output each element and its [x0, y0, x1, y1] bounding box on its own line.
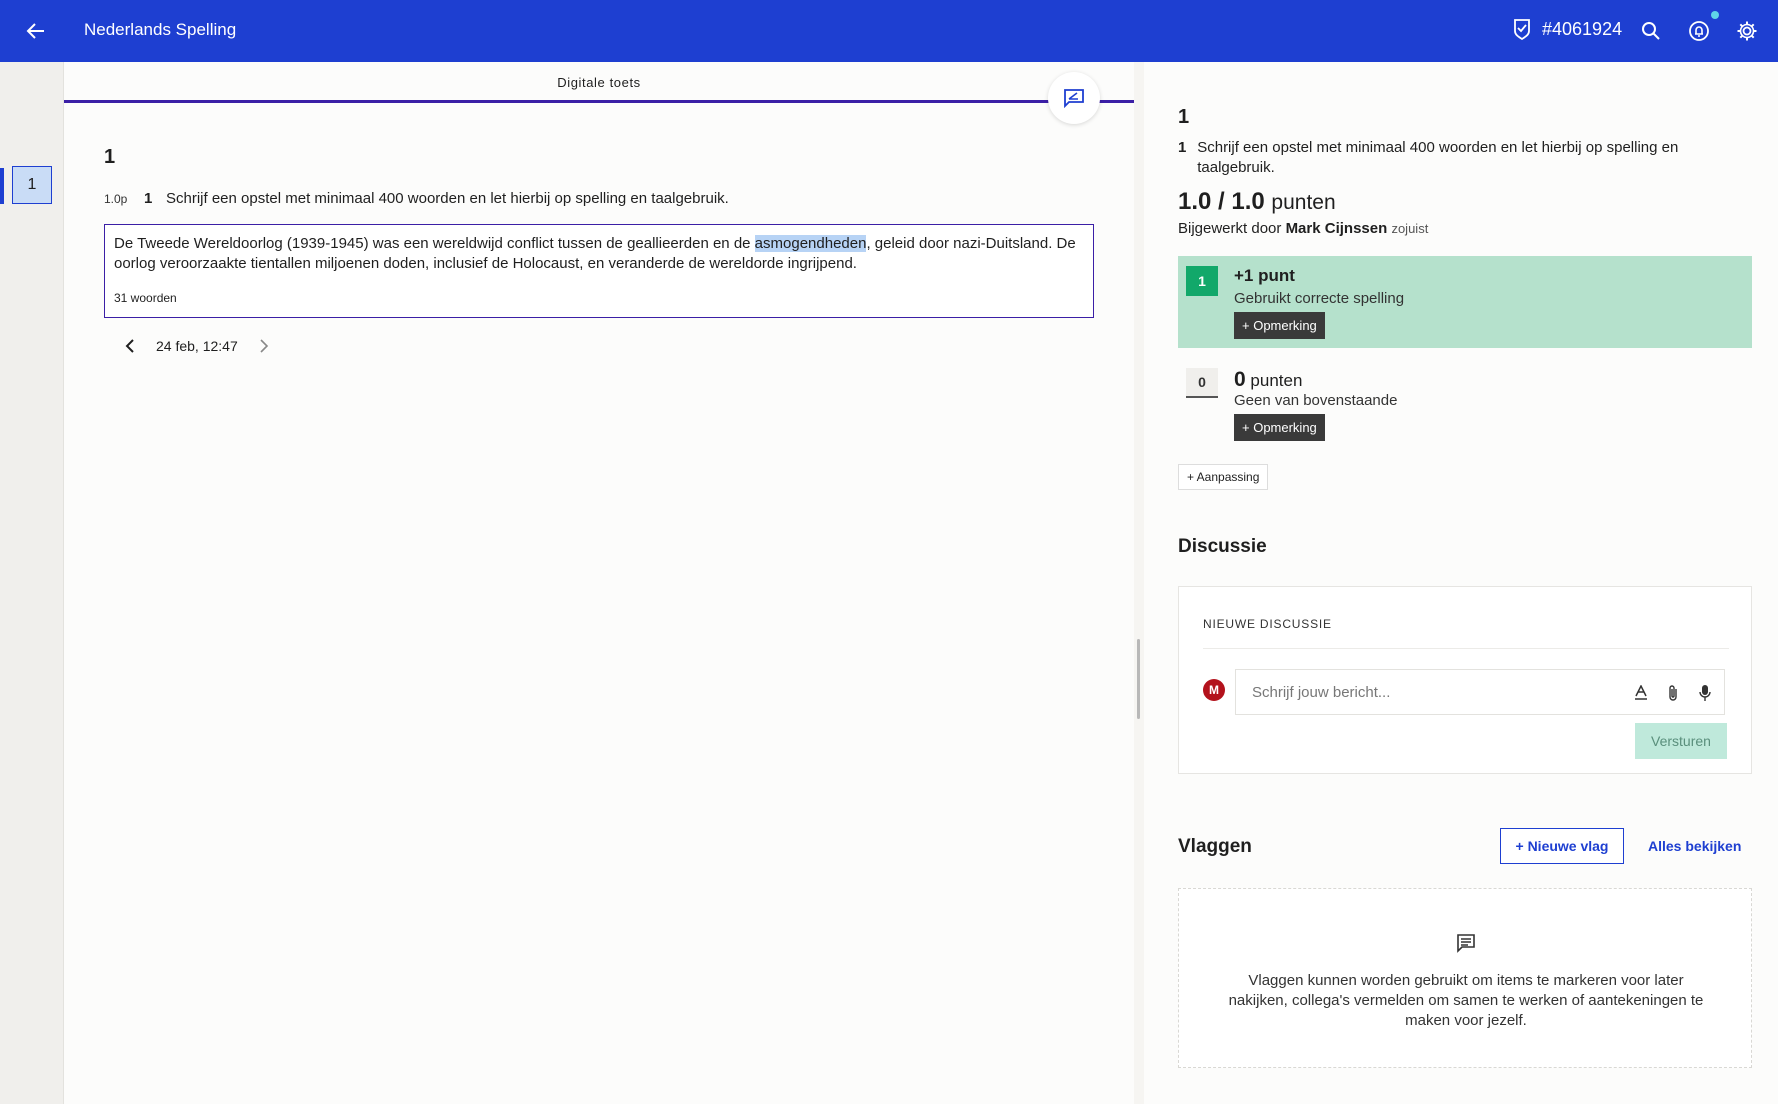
criterion-title: +1 punt — [1234, 266, 1295, 285]
question-index: 1 — [144, 190, 153, 207]
send-button[interactable]: Versturen — [1635, 723, 1727, 759]
search-button[interactable] — [1638, 18, 1664, 44]
criterion-0-points[interactable]: 0 0 punten Geen van bovenstaande + Opmer… — [1178, 358, 1752, 450]
comment-icon — [1454, 931, 1478, 955]
annotate-button[interactable] — [1048, 72, 1100, 124]
answer-box[interactable]: De Tweede Wereldoorlog (1939-1945) was e… — [104, 224, 1094, 318]
top-bar: Nederlands Spelling #4061924 — [0, 0, 1778, 62]
annotate-icon — [1064, 89, 1084, 108]
review-question-number: 1 — [1178, 106, 1190, 128]
updated-info: Bijgewerkt door Mark Cijnssen zojuist — [1178, 220, 1428, 237]
question-row: 1.0p 1 Schrijf een opstel met minimaal 4… — [104, 190, 729, 207]
question-rail: 1 — [0, 62, 64, 1104]
answer-text-highlight[interactable]: asmogendheden — [754, 235, 867, 252]
score: 1.0 / 1.0 punten — [1178, 188, 1336, 216]
flags-title: Vlaggen — [1178, 836, 1252, 857]
review-question: 1 Schrijf een opstel met minimaal 400 wo… — [1178, 138, 1738, 178]
paperclip-icon — [1669, 685, 1677, 701]
text-format-icon — [1635, 685, 1647, 700]
rail-selected-indicator — [0, 168, 4, 204]
previous-version-button[interactable] — [120, 336, 140, 356]
updated-when: zojuist — [1391, 221, 1429, 236]
review-question-text: Schrijf een opstel met minimaal 400 woor… — [1197, 139, 1679, 176]
arrow-left-icon — [26, 23, 44, 39]
notification-dot — [1711, 11, 1719, 19]
updated-prefix: Bijgewerkt door — [1178, 220, 1282, 237]
shield-check-icon — [1514, 19, 1530, 40]
criterion-points-label: punten — [1250, 371, 1303, 390]
gear-icon — [1737, 21, 1757, 41]
answer-text-before: De Tweede Wereldoorlog (1939-1945) was e… — [114, 235, 755, 252]
view-all-link[interactable]: Alles bekijken — [1648, 838, 1741, 854]
new-flag-button[interactable]: + Nieuwe vlag — [1500, 828, 1624, 864]
question-points: 1.0p — [104, 192, 128, 206]
search-icon — [1642, 22, 1660, 40]
review-panel: 1 1 Schrijf een opstel met minimaal 400 … — [1144, 62, 1778, 1104]
criterion-description: Geen van bovenstaande — [1234, 392, 1398, 409]
attach-button[interactable] — [1663, 683, 1683, 703]
question-number: 1 — [104, 146, 116, 168]
back-button[interactable] — [22, 17, 50, 45]
message-input[interactable] — [1235, 669, 1725, 715]
rail-item-question-1[interactable]: 1 — [12, 166, 52, 204]
word-count: 31 woorden — [114, 291, 177, 305]
chevron-left-icon — [125, 339, 134, 353]
notifications-button[interactable] — [1686, 18, 1712, 44]
add-remark-button[interactable]: + Opmerking — [1234, 414, 1325, 441]
tab-digital-test[interactable]: Digitale toets — [64, 62, 1134, 102]
criterion-badge: 0 — [1186, 368, 1218, 398]
review-question-index: 1 — [1178, 139, 1187, 156]
discussion-box: NIEUWE DISCUSSIE M Versturen — [1178, 586, 1752, 774]
new-discussion-label: NIEUWE DISCUSSIE — [1203, 617, 1332, 631]
microphone-button[interactable] — [1695, 683, 1715, 703]
bell-icon — [1689, 21, 1709, 41]
discussion-title: Discussie — [1178, 536, 1267, 557]
test-id-badge[interactable]: #4061924 — [1512, 18, 1622, 40]
app-title: Nederlands Spelling — [84, 20, 237, 39]
main-content: Digitale toets 1 1.0p 1 Schrijf een opst… — [64, 62, 1134, 1104]
version-navigation: 24 feb, 12:47 — [120, 336, 274, 356]
flags-empty-text: Vlaggen kunnen worden gebruikt om items … — [1228, 972, 1704, 1029]
splitter-handle[interactable] — [1137, 639, 1140, 719]
add-adjustment-button[interactable]: + Aanpassing — [1178, 464, 1269, 490]
add-remark-button[interactable]: + Opmerking — [1234, 312, 1325, 339]
chevron-right-icon — [260, 339, 268, 353]
text-format-button[interactable] — [1631, 683, 1651, 703]
version-timestamp: 24 feb, 12:47 — [156, 338, 238, 354]
criterion-description: Gebruikt correcte spelling — [1234, 290, 1405, 307]
panel-splitter — [1134, 62, 1144, 1104]
divider — [1203, 648, 1729, 649]
microphone-icon — [1699, 685, 1711, 701]
criterion-1-point[interactable]: 1 +1 punt Gebruikt correcte spelling + O… — [1178, 256, 1752, 348]
tab-underline — [64, 100, 1134, 103]
next-version-button[interactable] — [254, 336, 274, 356]
criterion-points: 0 — [1234, 368, 1246, 391]
question-text: Schrijf een opstel met minimaal 400 woor… — [166, 190, 729, 207]
score-value: 1.0 / 1.0 — [1178, 188, 1265, 215]
settings-button[interactable] — [1734, 18, 1760, 44]
criterion-badge: 1 — [1186, 266, 1218, 296]
avatar: M — [1203, 679, 1225, 701]
criterion-title: 0 punten — [1234, 368, 1302, 392]
flags-empty-state: Vlaggen kunnen worden gebruikt om items … — [1178, 888, 1752, 1068]
test-id: #4061924 — [1542, 18, 1623, 39]
score-unit: punten — [1271, 191, 1336, 214]
updated-by: Mark Cijnssen — [1285, 220, 1388, 237]
